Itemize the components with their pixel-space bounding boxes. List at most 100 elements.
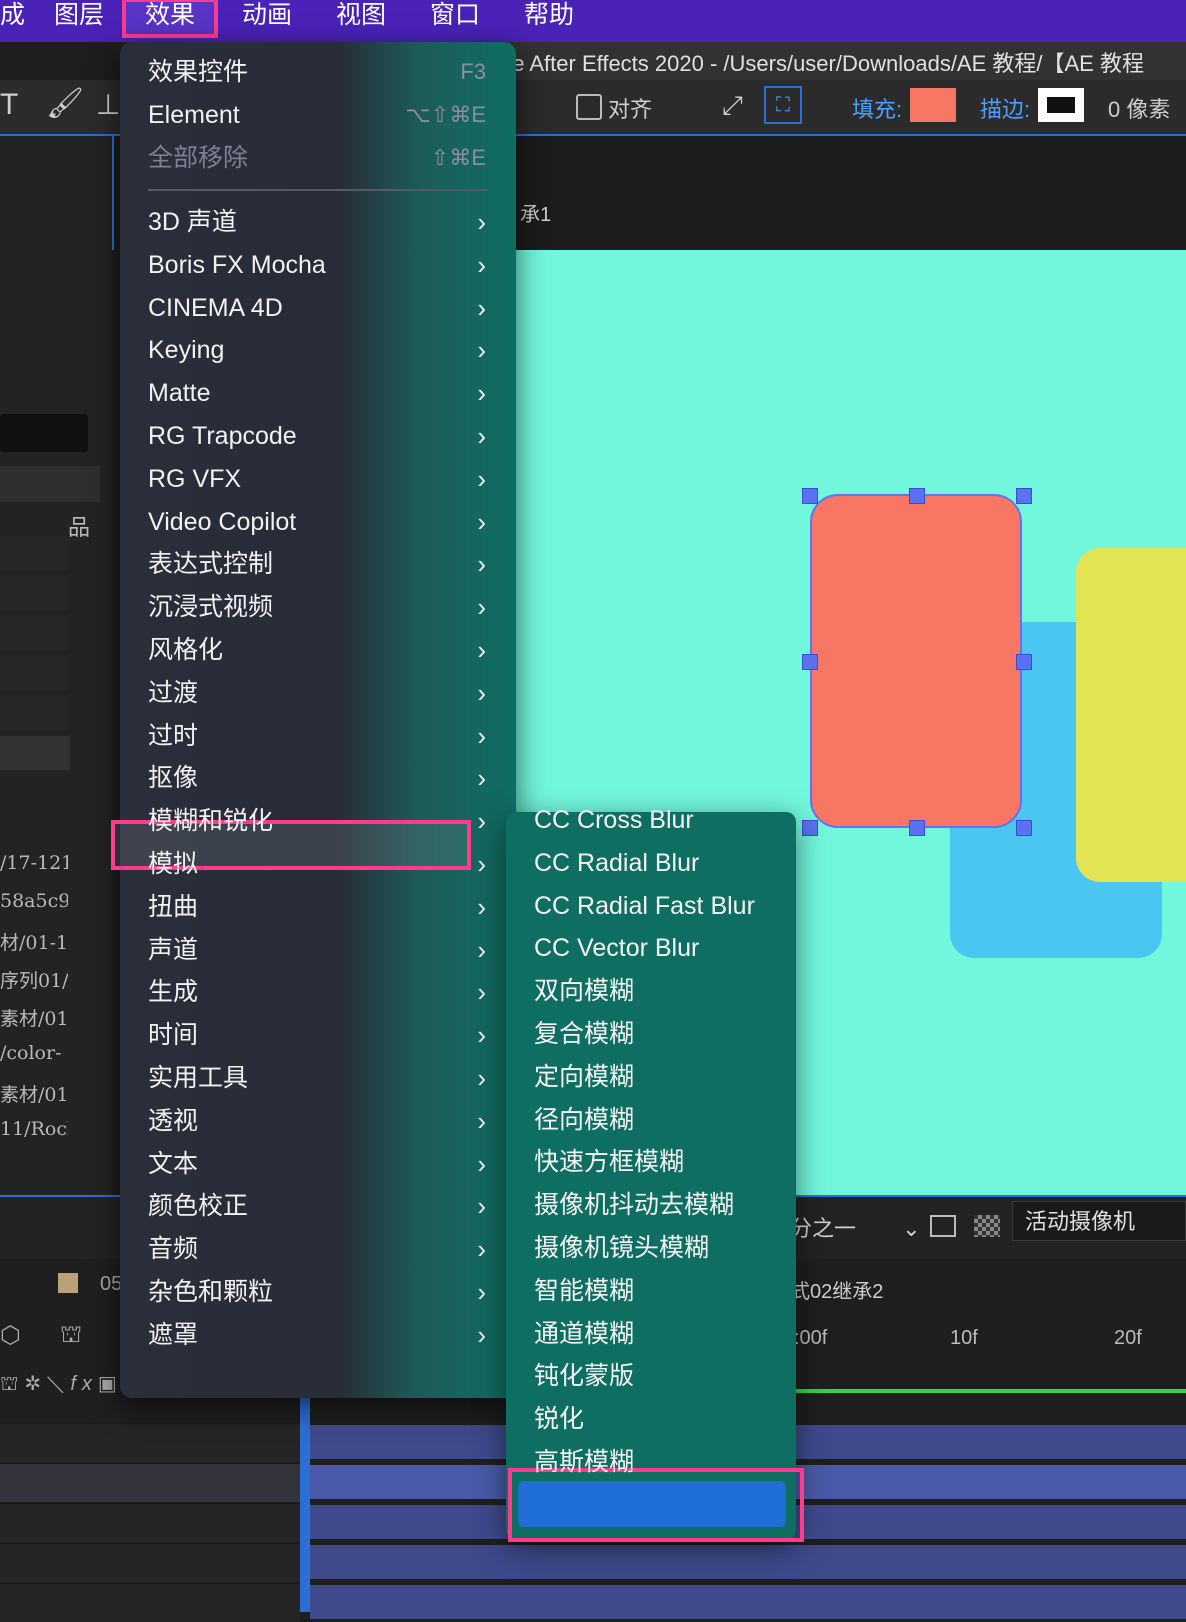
- stroke-color-swatch[interactable]: [1038, 88, 1084, 122]
- project-row[interactable]: [0, 616, 70, 650]
- menu-category-item[interactable]: Keying ›: [120, 330, 516, 370]
- menu-category-item[interactable]: CINEMA 4D ›: [120, 288, 516, 328]
- menu-category-item[interactable]: Boris FX Mocha ›: [120, 245, 516, 285]
- blur-effect-item[interactable]: CC Cross Blur: [506, 800, 796, 840]
- blur-effect-item[interactable]: 定向模糊: [506, 1057, 796, 1097]
- region-of-interest-icon[interactable]: [930, 1215, 956, 1237]
- menu-category-item[interactable]: Video Copilot ›: [120, 502, 516, 542]
- transform-handle[interactable]: [802, 654, 818, 670]
- menu-category-item[interactable]: Matte ›: [120, 373, 516, 413]
- menu-item-effect[interactable]: 效果: [122, 0, 218, 38]
- transform-handle[interactable]: [909, 488, 925, 504]
- menu-item-layer[interactable]: 图层: [54, 0, 104, 36]
- menu-category-item[interactable]: 3D 声道 ›: [120, 202, 516, 242]
- project-item-path[interactable]: /17-121: [0, 852, 68, 874]
- project-item-path[interactable]: 素材/01: [0, 1080, 68, 1107]
- blur-effect-item[interactable]: CC Vector Blur: [506, 928, 796, 968]
- project-row-selected[interactable]: [0, 736, 70, 770]
- menu-category-item[interactable]: 抠像 ›: [120, 758, 516, 798]
- menu-category-item[interactable]: 透视 ›: [120, 1101, 516, 1141]
- composition-tab[interactable]: 承1: [520, 198, 551, 227]
- project-item-path[interactable]: 58a5c90: [0, 890, 68, 912]
- menu-category-item[interactable]: RG VFX ›: [120, 459, 516, 499]
- menu-category-item[interactable]: 杂色和颗粒 ›: [120, 1272, 516, 1312]
- project-row[interactable]: [0, 536, 70, 570]
- project-item-path[interactable]: 11/Rock: [0, 1118, 68, 1140]
- stroke-width[interactable]: 0 像素: [1108, 92, 1170, 124]
- menu-item-effect-controls[interactable]: 效果控件 F3: [120, 52, 516, 92]
- brush-tool-icon[interactable]: 🖌: [46, 86, 84, 121]
- blur-effect-item[interactable]: CC Radial Fast Blur: [506, 886, 796, 926]
- align-checkbox[interactable]: [576, 94, 602, 120]
- project-item-path[interactable]: 素材/01: [0, 1004, 68, 1031]
- menu-category-item[interactable]: 音频 ›: [120, 1229, 516, 1269]
- layer-duration-bar[interactable]: [310, 1545, 1186, 1579]
- flowchart-icon[interactable]: 品: [68, 510, 90, 542]
- project-row[interactable]: [0, 656, 70, 690]
- 3d-layer-icon[interactable]: ⬡: [0, 1321, 21, 1350]
- menu-category-item[interactable]: 时间 ›: [120, 1015, 516, 1055]
- layer-row[interactable]: [0, 1423, 300, 1462]
- label-color-swatch[interactable]: [58, 1273, 78, 1293]
- stamp-tool-icon[interactable]: ⊥: [96, 88, 120, 121]
- timeline-comp-tab[interactable]: 式02继承2: [790, 1275, 883, 1304]
- menu-category-item[interactable]: 声道 ›: [120, 930, 516, 970]
- menu-category-item[interactable]: 模拟 ›: [120, 844, 516, 884]
- blur-effect-item[interactable]: 径向模糊: [506, 1100, 796, 1140]
- layer-row-selected[interactable]: [0, 1463, 300, 1502]
- blur-effect-item[interactable]: 双向模糊: [506, 971, 796, 1011]
- menu-category-item[interactable]: 过渡 ›: [120, 673, 516, 713]
- menu-category-item[interactable]: 模糊和锐化 ›: [120, 801, 516, 841]
- resolution-dropdown[interactable]: 分之一 ⌄: [790, 1211, 921, 1243]
- project-search-field[interactable]: [0, 414, 88, 452]
- blur-effect-item[interactable]: 钝化蒙版: [506, 1356, 796, 1396]
- layer-row[interactable]: [0, 1543, 300, 1582]
- transform-handle[interactable]: [802, 488, 818, 504]
- project-row[interactable]: [0, 696, 70, 730]
- menu-category-item[interactable]: 沉浸式视频 ›: [120, 587, 516, 627]
- menu-item-composition[interactable]: 成: [0, 0, 25, 36]
- menu-category-item[interactable]: RG Trapcode ›: [120, 416, 516, 456]
- playhead[interactable]: [300, 1365, 310, 1612]
- menu-item-window[interactable]: 窗口: [430, 0, 480, 36]
- transparency-grid-icon[interactable]: [974, 1215, 1000, 1237]
- blur-effect-item[interactable]: 锐化: [506, 1399, 796, 1439]
- project-item-path[interactable]: /color-: [0, 1042, 68, 1064]
- yellow-shape-layer[interactable]: [1076, 548, 1186, 882]
- menu-category-item[interactable]: 过时 ›: [120, 716, 516, 756]
- layer-row[interactable]: [0, 1503, 300, 1542]
- blur-effect-item[interactable]: 快速方框模糊: [506, 1142, 796, 1182]
- menu-item-element[interactable]: Element ⌥⇧⌘E: [120, 95, 516, 135]
- blur-effect-item[interactable]: 通道模糊: [506, 1314, 796, 1354]
- shape-fit-icon[interactable]: ⛶: [764, 86, 802, 124]
- menu-category-item[interactable]: 文本 ›: [120, 1144, 516, 1184]
- blur-effect-item[interactable]: CC Radial Blur: [506, 843, 796, 883]
- menu-category-item[interactable]: 遮罩 ›: [120, 1315, 516, 1355]
- transform-handle[interactable]: [1016, 820, 1032, 836]
- shy-layers-icon[interactable]: ⛫: [60, 1321, 82, 1351]
- menu-category-item[interactable]: 风格化 ›: [120, 630, 516, 670]
- transform-handle[interactable]: [1016, 654, 1032, 670]
- transform-handle[interactable]: [802, 820, 818, 836]
- fill-color-swatch[interactable]: [910, 88, 956, 122]
- transform-handle[interactable]: [909, 820, 925, 836]
- menu-item-help[interactable]: 帮助: [524, 0, 574, 36]
- project-row[interactable]: [0, 576, 70, 610]
- menu-category-item[interactable]: 表达式控制 ›: [120, 544, 516, 584]
- menu-category-item[interactable]: 扭曲 ›: [120, 887, 516, 927]
- coral-shape-layer[interactable]: [810, 494, 1022, 828]
- transform-handle[interactable]: [1016, 488, 1032, 504]
- project-item-path[interactable]: 材/01-11: [0, 928, 68, 955]
- layer-duration-bar[interactable]: [310, 1585, 1186, 1619]
- menu-category-item[interactable]: 实用工具 ›: [120, 1058, 516, 1098]
- menu-item-view[interactable]: 视图: [336, 0, 386, 36]
- camera-dropdown[interactable]: 活动摄像机: [1012, 1201, 1186, 1241]
- menu-category-item[interactable]: 颜色校正 ›: [120, 1186, 516, 1226]
- menu-category-item[interactable]: 生成 ›: [120, 972, 516, 1012]
- blur-effect-item[interactable]: 摄像机抖动去模糊: [506, 1185, 796, 1225]
- blur-effect-item[interactable]: 摄像机镜头模糊: [506, 1228, 796, 1268]
- blur-effect-item[interactable]: 复合模糊: [506, 1014, 796, 1054]
- menu-item-animation[interactable]: 动画: [242, 0, 292, 36]
- layer-row[interactable]: [0, 1583, 300, 1622]
- project-item-path[interactable]: 序列01/: [0, 966, 68, 993]
